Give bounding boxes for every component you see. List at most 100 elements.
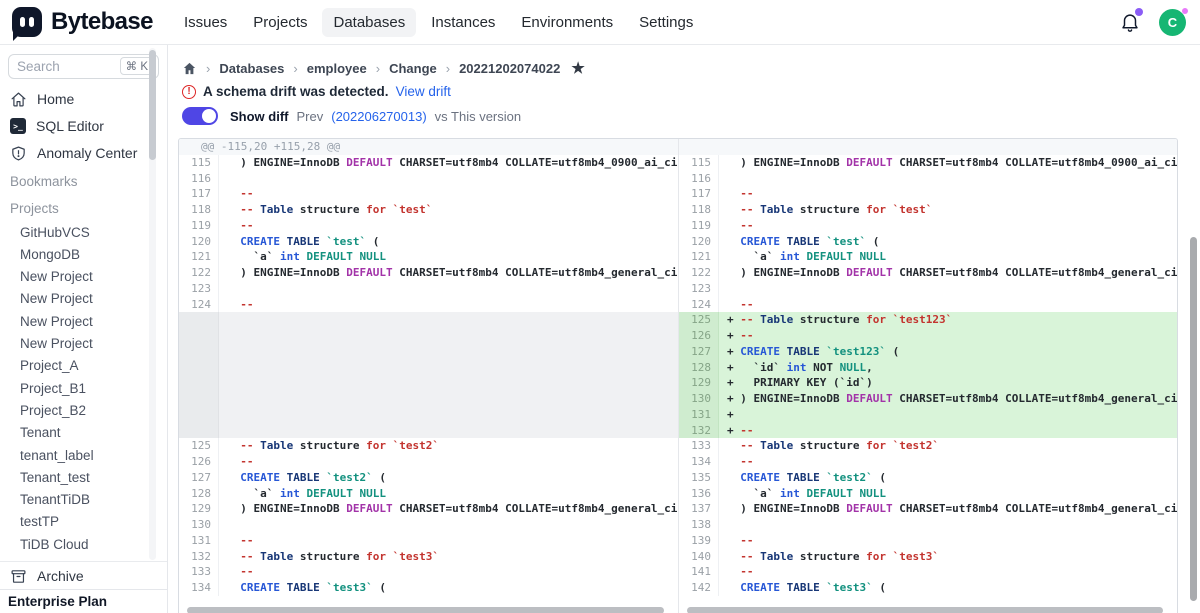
line-number: 124 <box>679 297 719 313</box>
diff-row: 115 ) ENGINE=InnoDB DEFAULT CHARSET=utf8… <box>679 155 1177 171</box>
nav-item-issues[interactable]: Issues <box>173 8 238 37</box>
code-line: -- <box>219 297 678 313</box>
bytebase-logo-icon <box>12 7 42 37</box>
line-number: 118 <box>179 202 219 218</box>
diff-row: 138 <box>679 517 1177 533</box>
diff-row: 131 -- <box>179 533 678 549</box>
view-drift-link[interactable]: View drift <box>396 84 451 99</box>
line-number: 139 <box>679 533 719 549</box>
sidebar-project-11[interactable]: Tenant_test <box>0 466 167 488</box>
brand-name: Bytebase <box>51 8 153 36</box>
bytebase-logo[interactable]: Bytebase <box>12 7 153 37</box>
sidebar-item-label: SQL Editor <box>36 118 104 134</box>
line-number: 131 <box>179 533 219 549</box>
nav-item-databases[interactable]: Databases <box>322 8 416 37</box>
code-line: -- Table structure for `test3` <box>719 549 1177 565</box>
code-line: CREATE TABLE `test3` ( <box>719 580 1177 596</box>
diff-row: 115 ) ENGINE=InnoDB DEFAULT CHARSET=utf8… <box>179 155 678 171</box>
breadcrumb-items: ›Databases›employee›Change›2022120207402… <box>206 61 560 76</box>
diff-row: 117 -- <box>679 186 1177 202</box>
nav-item-environments[interactable]: Environments <box>510 8 624 37</box>
sidebar-project-5[interactable]: New Project <box>0 332 167 354</box>
line-number: 133 <box>179 564 219 580</box>
plan-badge[interactable]: Enterprise Plan <box>0 589 167 613</box>
sidebar-project-4[interactable]: New Project <box>0 310 167 332</box>
code-line: -- Table structure for `test` <box>219 202 678 218</box>
star-icon[interactable]: ★ <box>571 59 584 77</box>
sidebar-item-archive[interactable]: Archive <box>0 563 167 589</box>
sidebar-item-home[interactable]: Home <box>0 86 167 113</box>
code-line: ) ENGINE=InnoDB DEFAULT CHARSET=utf8mb4 … <box>219 155 678 171</box>
notifications-button[interactable] <box>1119 10 1141 34</box>
sidebar-project-6[interactable]: Project_A <box>0 355 167 377</box>
archive-label: Archive <box>37 568 84 584</box>
line-number: 121 <box>179 249 219 265</box>
sidebar-project-7[interactable]: Project_B1 <box>0 377 167 399</box>
line-number: 128 <box>179 486 219 502</box>
line-number: 125 <box>179 438 219 454</box>
breadcrumb-item[interactable]: employee <box>307 61 367 76</box>
breadcrumb-separator: › <box>446 61 450 76</box>
show-diff-toggle[interactable] <box>182 107 218 125</box>
left-horizontal-scrollbar[interactable] <box>187 607 664 613</box>
sidebar-item-sql-editor[interactable]: >_SQL Editor <box>0 113 167 140</box>
diff-row-added: 130+ ) ENGINE=InnoDB DEFAULT CHARSET=utf… <box>679 391 1177 407</box>
plan-label: Enterprise Plan <box>8 594 107 609</box>
avatar-letter: C <box>1168 15 1177 30</box>
code-line: -- <box>719 454 1177 470</box>
diff-row: 141 -- <box>679 564 1177 580</box>
sidebar-project-0[interactable]: GitHubVCS <box>0 221 167 243</box>
hunk-header: @@ -115,20 +115,28 @@ <box>179 139 678 155</box>
breadcrumb: ›Databases›employee›Change›2022120207402… <box>182 59 585 77</box>
home-icon[interactable] <box>182 61 197 76</box>
diff-row: 119 -- <box>679 218 1177 234</box>
page-vertical-scrollbar[interactable] <box>1190 237 1197 601</box>
line-number: 136 <box>679 486 719 502</box>
avatar[interactable]: C <box>1159 9 1186 36</box>
sidebar-project-13[interactable]: testTP <box>0 511 167 533</box>
sidebar-project-2[interactable]: New Project <box>0 266 167 288</box>
sidebar-section-projects: Projects <box>0 194 167 221</box>
sidebar-project-12[interactable]: TenantTiDB <box>0 489 167 511</box>
breadcrumb-item[interactable]: 20221202074022 <box>459 61 560 76</box>
sidebar-scrollbar-thumb[interactable] <box>149 50 156 160</box>
nav-item-instances[interactable]: Instances <box>420 8 506 37</box>
code-line <box>719 281 1177 297</box>
sidebar-project-9[interactable]: Tenant <box>0 422 167 444</box>
line-number: 129 <box>679 375 719 391</box>
sidebar-project-1[interactable]: MongoDB <box>0 243 167 265</box>
nav-item-projects[interactable]: Projects <box>242 8 318 37</box>
line-number: 115 <box>679 155 719 171</box>
line-number: 126 <box>179 454 219 470</box>
line-number: 117 <box>679 186 719 202</box>
diff-row: 121 `a` int DEFAULT NULL <box>179 249 678 265</box>
sidebar-project-10[interactable]: tenant_label <box>0 444 167 466</box>
sidebar-project-8[interactable]: Project_B2 <box>0 399 167 421</box>
diff-row: 133 -- Table structure for `test2` <box>679 438 1177 454</box>
code-line: CREATE TABLE `test3` ( <box>219 580 678 596</box>
right-horizontal-scrollbar[interactable] <box>687 607 1163 613</box>
alert-message: A schema drift was detected. <box>203 84 389 99</box>
sidebar-project-3[interactable]: New Project <box>0 288 167 310</box>
archive-icon <box>10 568 27 585</box>
vs-label: vs This version <box>435 109 521 124</box>
nav-item-settings[interactable]: Settings <box>628 8 704 37</box>
breadcrumb-item[interactable]: Databases <box>219 61 284 76</box>
sidebar-item-anomaly-center[interactable]: Anomaly Center <box>0 140 167 167</box>
line-number: 117 <box>179 186 219 202</box>
line-number: 137 <box>679 501 719 517</box>
breadcrumb-item[interactable]: Change <box>389 61 437 76</box>
diff-row: 135 CREATE TABLE `test2` ( <box>679 470 1177 486</box>
line-number: 123 <box>679 281 719 297</box>
code-line: -- Table structure for `test` <box>719 202 1177 218</box>
sidebar-project-14[interactable]: TiDB Cloud <box>0 533 167 555</box>
diff-row: 121 `a` int DEFAULT NULL <box>679 249 1177 265</box>
diff-row: 126 -- <box>179 454 678 470</box>
schema-drift-alert: ! A schema drift was detected. View drif… <box>182 84 451 99</box>
diff-toolbar: Show diff Prev (202206270013) vs This ve… <box>182 107 521 125</box>
line-number: 122 <box>679 265 719 281</box>
code-line: -- <box>219 564 678 580</box>
prev-version-link[interactable]: (202206270013) <box>331 109 426 124</box>
diff-row-added: 126+ -- <box>679 328 1177 344</box>
search-input[interactable] <box>17 59 116 74</box>
